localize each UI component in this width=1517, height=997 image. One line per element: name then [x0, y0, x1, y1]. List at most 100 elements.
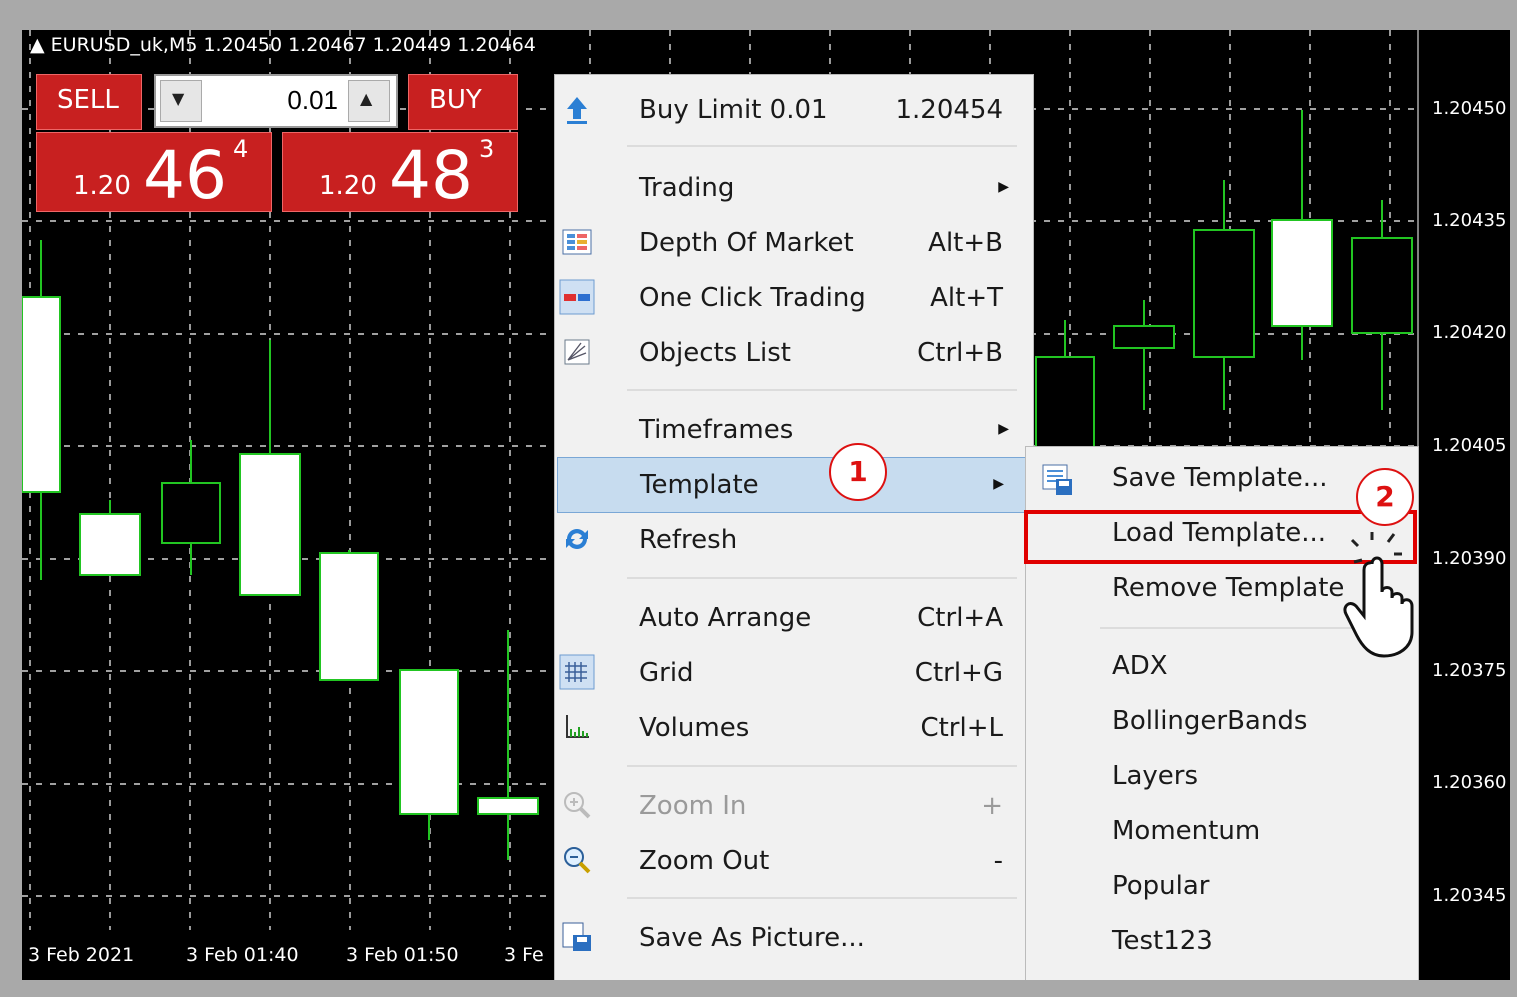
menu-item-shortcut: Alt+T [930, 283, 1003, 313]
submenu-item-label: Momentum [1112, 816, 1261, 846]
symbol-info: ▲ EURUSD_uk,M5 1.20450 1.20467 1.20449 1… [30, 34, 536, 56]
menu-item-label: Template [640, 470, 759, 500]
time-label: 3 Feb 01:40 [186, 944, 299, 966]
step-2-marker: 2 [1356, 468, 1414, 526]
candle-body [161, 482, 221, 544]
menu-item-one-click-trading[interactable]: One Click Trading Alt+T [555, 271, 1033, 325]
lot-decrease-button[interactable]: ▼ [160, 80, 202, 122]
candle-body [477, 797, 539, 815]
submenu-item-template-layers[interactable]: Layers [1026, 751, 1418, 805]
submenu-item-template-popular[interactable]: Popular [1026, 861, 1418, 915]
chevron-up-icon: ▲ [360, 89, 373, 108]
menu-item-label: Objects List [639, 338, 791, 368]
menu-item-label: Buy Limit 0.01 [639, 95, 828, 125]
lot-increase-button[interactable]: ▲ [348, 80, 390, 122]
lot-stepper[interactable]: ▼ ▲ [154, 74, 398, 128]
menu-item-label: Depth Of Market [639, 228, 854, 258]
buy-price-small: 1.20 [319, 171, 377, 201]
buy-button[interactable]: BUY [408, 74, 518, 130]
zoom-out-icon [559, 842, 595, 878]
sell-label: SELL [57, 85, 119, 115]
menu-item-shortcut: Ctrl+G [914, 658, 1003, 688]
menu-item-buy-limit[interactable]: Buy Limit 0.01 1.20454 [555, 83, 1033, 137]
menu-item-trading[interactable]: Trading ▶ [555, 161, 1033, 215]
menu-item-label: Refresh [639, 525, 738, 555]
menu-item-label: Grid [639, 658, 694, 688]
candle-body [1193, 229, 1255, 358]
one-click-trading-icon [559, 279, 595, 315]
menu-item-grid[interactable]: Grid Ctrl+G [555, 646, 1033, 700]
sell-price-small: 1.20 [73, 171, 131, 201]
submenu-item-label: Save Template... [1112, 463, 1328, 493]
candle-body [1113, 325, 1175, 349]
menu-item-zoom-in[interactable]: Zoom In + [555, 779, 1033, 833]
menu-item-zoom-out[interactable]: Zoom Out - [555, 834, 1033, 888]
sell-button[interactable]: SELL [36, 74, 142, 130]
menu-separator [627, 577, 1017, 579]
buy-label: BUY [429, 85, 482, 115]
submenu-arrow-icon: ▶ [998, 421, 1009, 437]
submenu-arrow-icon: ▶ [998, 179, 1009, 195]
candle-body [1351, 237, 1413, 334]
submenu-item-template-test123[interactable]: Test123 [1026, 916, 1418, 970]
price-label: 1.20360 [1432, 772, 1507, 793]
candle-body [79, 513, 141, 576]
menu-item-shortcut: Ctrl+B [917, 338, 1003, 368]
time-label: 3 Feb 2021 [28, 944, 135, 966]
refresh-icon [559, 521, 595, 557]
submenu-item-label: Test123 [1112, 926, 1213, 956]
menu-item-volumes[interactable]: Volumes Ctrl+L [555, 701, 1033, 755]
menu-item-label: Timeframes [639, 415, 794, 445]
menu-item-label: Trading [639, 173, 735, 203]
menu-item-refresh[interactable]: Refresh [555, 513, 1033, 567]
submenu-arrow-icon: ▶ [993, 476, 1004, 492]
save-picture-icon [559, 919, 595, 955]
price-label: 1.20345 [1432, 885, 1507, 906]
candle-body [1271, 219, 1333, 327]
menu-item-label: One Click Trading [639, 283, 866, 313]
step-1-marker: 1 [829, 443, 887, 501]
menu-item-template[interactable]: Template ▶ [557, 457, 1029, 513]
time-label: 3 Feb 01:50 [346, 944, 459, 966]
menu-item-label: Zoom In [639, 791, 747, 821]
buy-price-sup: 3 [479, 135, 495, 163]
objects-list-icon [559, 334, 595, 370]
submenu-item-label: Popular [1112, 871, 1210, 901]
menu-item-depth-of-market[interactable]: Depth Of Market Alt+B [555, 216, 1033, 270]
menu-item-objects-list[interactable]: Objects List Ctrl+B [555, 326, 1033, 380]
submenu-item-label: BollingerBands [1112, 706, 1308, 736]
candle-body [239, 453, 301, 596]
zoom-in-icon [559, 787, 595, 823]
save-template-icon [1040, 461, 1076, 501]
candle-body [22, 296, 61, 493]
menu-item-shortcut: + [981, 791, 1003, 821]
submenu-item-template-bollingerbands[interactable]: BollingerBands [1026, 696, 1418, 750]
submenu-item-label: Layers [1112, 761, 1199, 791]
price-label: 1.20390 [1432, 548, 1507, 569]
sell-price-big: 46 [143, 137, 227, 214]
buy-price-box[interactable]: 1.20 48 3 [282, 132, 518, 212]
sell-price-sup: 4 [233, 135, 249, 163]
lot-input[interactable] [208, 82, 340, 118]
volumes-icon [559, 709, 595, 745]
sell-price-box[interactable]: 1.20 46 4 [36, 132, 272, 212]
menu-item-shortcut: - [993, 846, 1003, 876]
candle-body [399, 669, 459, 815]
submenu-item-template-momentum[interactable]: Momentum [1026, 806, 1418, 860]
price-label: 1.20435 [1432, 210, 1507, 231]
menu-item-save-as-picture[interactable]: Save As Picture... [555, 911, 1033, 965]
chart-context-menu: Buy Limit 0.01 1.20454 Trading ▶ Depth O… [554, 74, 1034, 980]
menu-item-timeframes[interactable]: Timeframes ▶ [555, 403, 1033, 457]
hand-pointer-icon [1332, 520, 1432, 660]
grid-icon [559, 654, 595, 690]
menu-separator [627, 389, 1017, 391]
menu-item-shortcut: Ctrl+A [917, 603, 1003, 633]
price-label: 1.20375 [1432, 660, 1507, 681]
price-label: 1.20405 [1432, 435, 1507, 456]
submenu-item-label: ADX [1112, 651, 1168, 681]
submenu-item-label: Remove Template [1112, 573, 1345, 603]
menu-item-shortcut: Alt+B [928, 228, 1003, 258]
menu-item-label: Volumes [639, 713, 750, 743]
menu-item-auto-arrange[interactable]: Auto Arrange Ctrl+A [555, 591, 1033, 645]
chart-window[interactable]: ▲ EURUSD_uk,M5 1.20450 1.20467 1.20449 1… [22, 30, 1510, 980]
